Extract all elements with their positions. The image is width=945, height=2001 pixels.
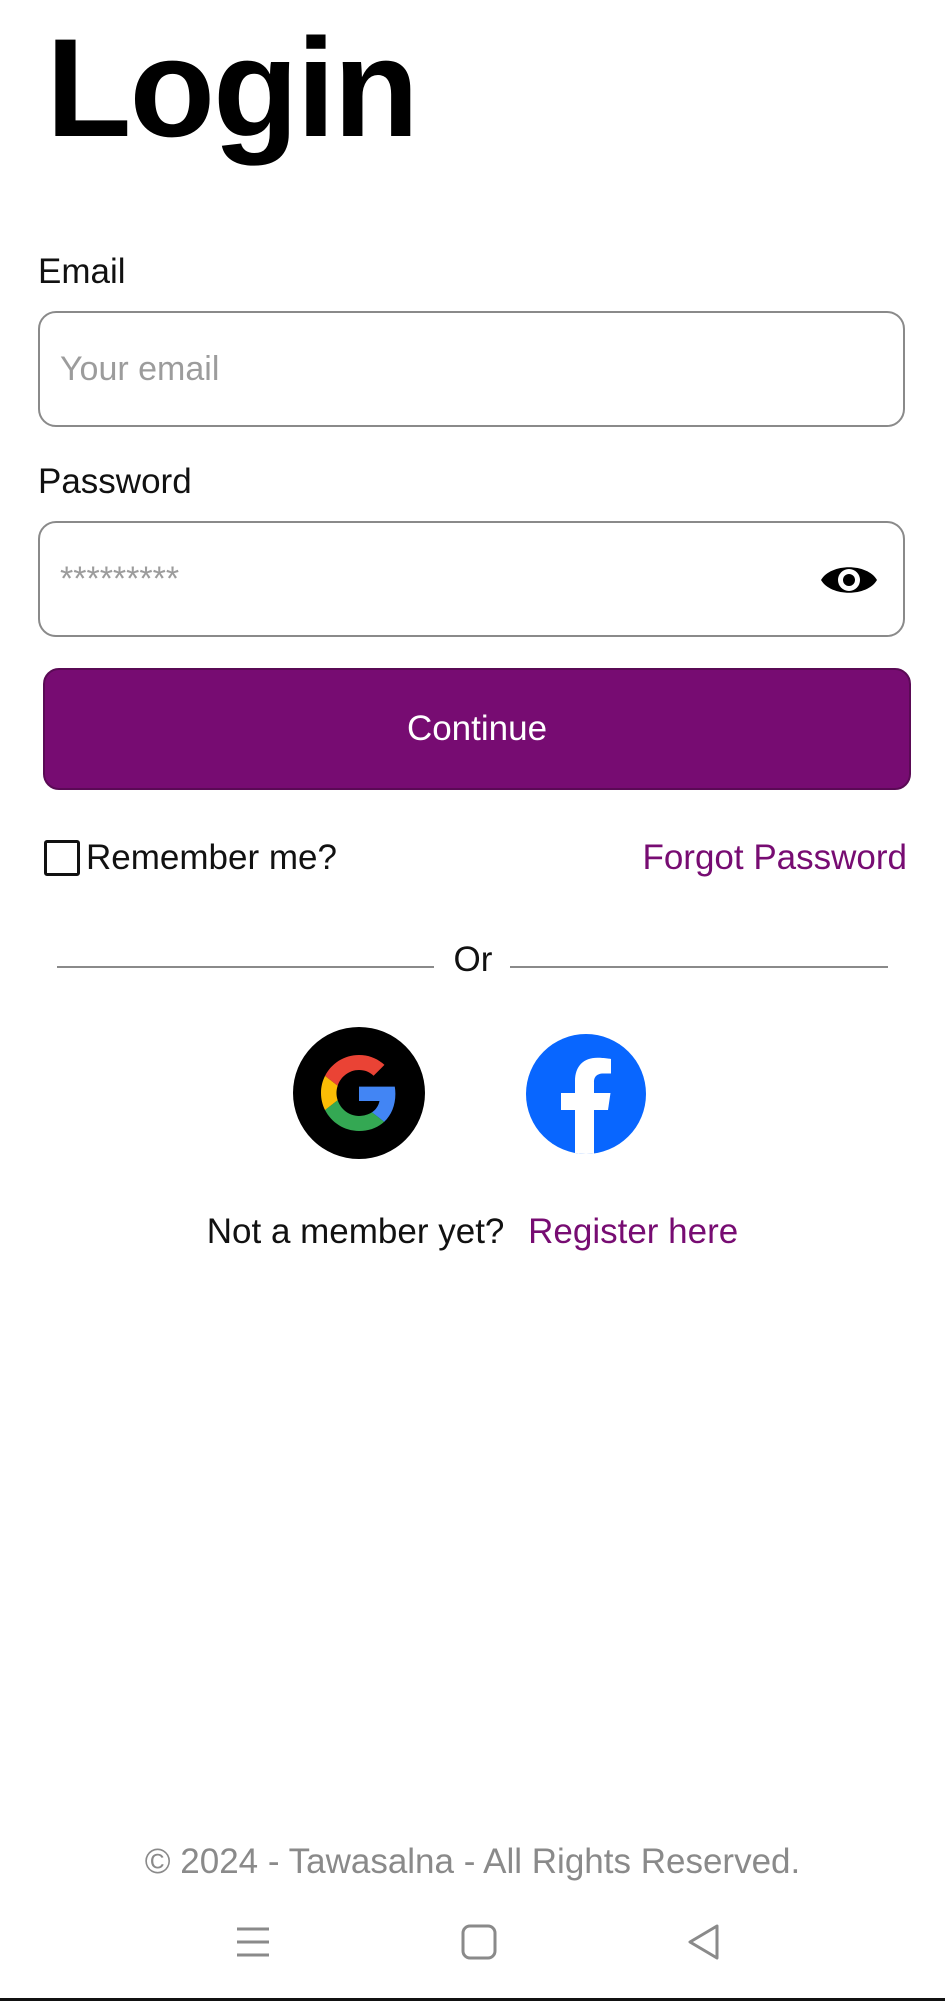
email-field[interactable] — [60, 313, 840, 425]
password-field-box[interactable] — [38, 521, 905, 637]
google-login-button[interactable] — [293, 1027, 425, 1159]
back-icon[interactable] — [682, 1920, 726, 1964]
footer-copyright: © 2024 - Tawasalna - All Rights Reserved… — [144, 1842, 801, 1881]
register-link[interactable]: Register here — [528, 1212, 738, 1251]
email-field-box[interactable] — [38, 311, 905, 427]
forgot-password-link[interactable]: Forgot Password — [642, 836, 907, 880]
divider-or-text: Or — [453, 940, 493, 979]
continue-button[interactable]: Continue — [43, 668, 911, 790]
divider-line-left — [57, 966, 434, 968]
facebook-login-button[interactable] — [526, 1034, 646, 1154]
register-question: Not a member yet? — [206, 1212, 505, 1251]
email-label: Email — [38, 252, 126, 291]
menu-icon[interactable] — [231, 1920, 275, 1964]
google-icon — [321, 1055, 396, 1131]
facebook-icon — [561, 1057, 611, 1154]
register-row: Not a member yet? Register here — [0, 1210, 945, 1254]
password-field[interactable] — [60, 523, 840, 635]
password-label: Password — [38, 462, 192, 501]
remember-me-checkbox[interactable] — [44, 840, 80, 876]
remember-me-label: Remember me? — [86, 838, 337, 877]
divider-line-right — [510, 966, 888, 968]
page-title: Login — [46, 9, 419, 166]
system-nav-bar — [0, 1912, 945, 1972]
home-icon[interactable] — [457, 1920, 501, 1964]
eye-icon[interactable] — [819, 557, 879, 603]
remember-me-toggle[interactable]: Remember me? — [44, 836, 337, 880]
